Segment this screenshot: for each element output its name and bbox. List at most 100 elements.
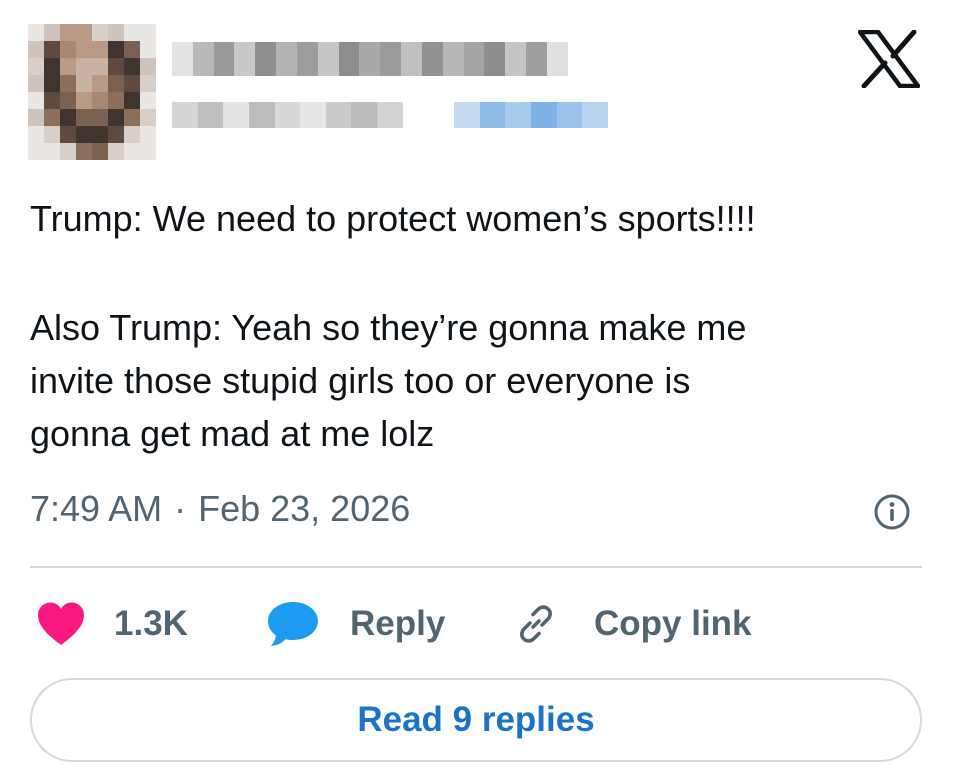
- avatar-pixel: [92, 126, 108, 143]
- avatar-pixel: [60, 109, 76, 126]
- avatar-pixel: [92, 75, 108, 92]
- avatar-pixel: [124, 143, 140, 160]
- avatar-pixel: [140, 143, 156, 160]
- blur-block: [296, 42, 318, 76]
- avatar-pixel: [108, 24, 124, 41]
- avatar-pixel: [60, 75, 76, 92]
- avatar-pixel: [28, 126, 44, 143]
- avatar-pixel: [124, 41, 140, 58]
- blur-block: [526, 42, 547, 76]
- reply-button[interactable]: Reply: [266, 596, 445, 652]
- blur-block: [213, 42, 235, 76]
- display-name-blurred[interactable]: [172, 42, 568, 76]
- tweet-timestamp[interactable]: 7:49 AM · Feb 23, 2026: [30, 488, 410, 530]
- handle-blurred[interactable]: [172, 98, 608, 132]
- blur-block: [421, 42, 443, 76]
- blur-block: [317, 42, 339, 76]
- blur-block: [234, 42, 256, 76]
- avatar-pixel: [76, 24, 92, 41]
- x-logo-icon[interactable]: [858, 30, 920, 88]
- avatar-pixel: [124, 126, 140, 143]
- avatar-pixel: [44, 109, 60, 126]
- blur-block: [359, 42, 381, 76]
- blur-block: [255, 42, 277, 76]
- blur-block: [300, 102, 326, 128]
- blur-block: [428, 102, 455, 128]
- avatar-pixel: [108, 75, 124, 92]
- avatar-pixel: [28, 109, 44, 126]
- divider: [30, 566, 922, 568]
- tweet-line: invite those stupid girls too or everyon…: [30, 360, 691, 401]
- blur-block: [582, 102, 608, 128]
- avatar-pixel: [108, 126, 124, 143]
- avatar-pixel: [44, 41, 60, 58]
- avatar-pixel: [76, 58, 92, 75]
- avatar-pixel: [60, 24, 76, 41]
- read-replies-label: Read 9 replies: [357, 700, 595, 739]
- blur-block: [402, 102, 429, 128]
- like-count: 1.3K: [114, 604, 188, 643]
- avatar-pixel: [28, 58, 44, 75]
- blur-block: [192, 42, 214, 76]
- avatar-pixel: [92, 41, 108, 58]
- blur-block: [479, 102, 506, 128]
- avatar-pixel: [28, 75, 44, 92]
- avatar-pixel: [76, 109, 92, 126]
- avatar-pixel: [28, 24, 44, 41]
- avatar-pixel: [140, 75, 156, 92]
- avatar-pixel: [76, 126, 92, 143]
- info-icon[interactable]: [872, 492, 912, 532]
- avatar-pixel: [108, 41, 124, 58]
- blur-block: [442, 42, 464, 76]
- avatar-pixel: [76, 92, 92, 109]
- blur-block: [454, 102, 480, 128]
- avatar-pixel: [60, 143, 76, 160]
- tweet-card: Trump: We need to protect women’s sports…: [0, 0, 960, 780]
- avatar-pixel: [28, 92, 44, 109]
- copy-link-button[interactable]: Copy link: [514, 596, 752, 652]
- avatar-pixel: [140, 58, 156, 75]
- blur-block: [172, 42, 193, 76]
- avatar-pixel: [28, 41, 44, 58]
- avatar-pixel: [60, 41, 76, 58]
- blur-block: [505, 42, 527, 76]
- blur-block: [377, 102, 403, 128]
- avatar[interactable]: [28, 24, 156, 160]
- avatar-pixel: [92, 92, 108, 109]
- avatar-pixel: [92, 143, 108, 160]
- tweet-date[interactable]: Feb 23, 2026: [198, 488, 410, 530]
- avatar-pixel: [44, 92, 60, 109]
- tweet-time[interactable]: 7:49 AM: [30, 488, 162, 530]
- avatar-pixel: [124, 24, 140, 41]
- avatar-pixel: [44, 126, 60, 143]
- avatar-pixel: [60, 58, 76, 75]
- blur-block: [505, 102, 531, 128]
- avatar-pixel: [140, 41, 156, 58]
- avatar-pixel: [76, 75, 92, 92]
- avatar-pixel: [60, 126, 76, 143]
- avatar-pixel: [28, 143, 44, 160]
- avatar-pixel: [92, 24, 108, 41]
- speech-bubble-icon: [268, 602, 318, 646]
- link-icon: [520, 605, 552, 643]
- avatar-pixel: [92, 58, 108, 75]
- reply-label: Reply: [350, 604, 446, 643]
- blur-block: [401, 42, 422, 76]
- tweet-text: Trump: We need to protect women’s sports…: [30, 192, 930, 460]
- blur-block: [325, 102, 352, 128]
- avatar-pixel: [108, 109, 124, 126]
- tweet-line: Trump: We need to protect women’s sports…: [30, 198, 756, 239]
- blur-block: [546, 42, 568, 76]
- avatar-pixel: [76, 41, 92, 58]
- copy-link-label: Copy link: [594, 604, 752, 643]
- blur-block: [484, 42, 506, 76]
- avatar-pixel: [92, 109, 108, 126]
- like-button[interactable]: 1.3K: [36, 596, 188, 652]
- avatar-pixel: [140, 126, 156, 143]
- blur-block: [274, 102, 301, 128]
- avatar-pixel: [140, 92, 156, 109]
- avatar-pixel: [124, 92, 140, 109]
- read-replies-button[interactable]: Read 9 replies: [30, 678, 922, 762]
- avatar-pixel: [124, 109, 140, 126]
- blur-block: [463, 42, 485, 76]
